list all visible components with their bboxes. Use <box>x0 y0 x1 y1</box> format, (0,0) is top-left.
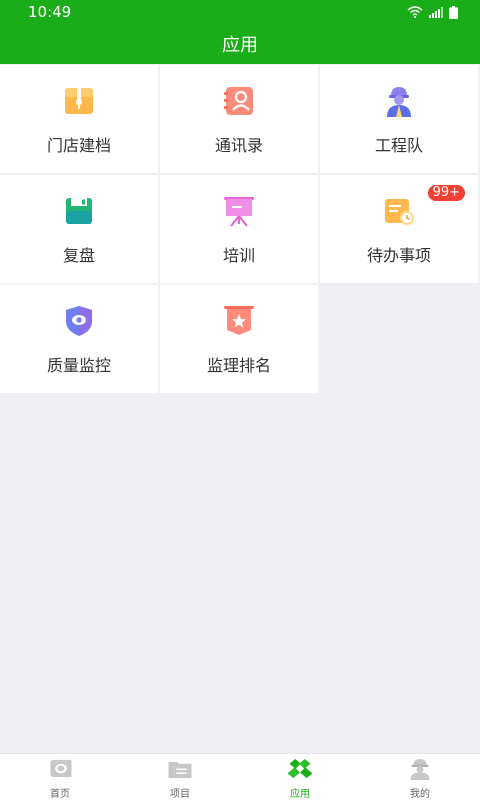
project-folder-icon <box>168 761 192 779</box>
app-item-contacts[interactable]: 通讯录 <box>160 65 318 173</box>
app-label: 复盘 <box>62 246 95 265</box>
app-label: 待办事项 <box>366 246 431 265</box>
app-label: 监理排名 <box>206 356 271 375</box>
app-item-todo[interactable]: 待办事项 99+ <box>320 175 478 283</box>
review-icon <box>66 198 92 224</box>
app-grid: 门店建档 通讯录 工程队 复盘 培训 待办事项 99+ 质量监控 监理排名 <box>0 65 480 393</box>
bottom-tab-bar: 首页 项目 应用 我的 <box>0 753 480 800</box>
status-time: 10:49 <box>28 3 72 21</box>
app-item-review[interactable]: 复盘 <box>0 175 158 283</box>
app-item-store-archive[interactable]: 门店建档 <box>0 65 158 173</box>
worker-profile-icon <box>410 758 430 781</box>
app-item-quality-monitor[interactable]: 质量监控 <box>0 285 158 393</box>
tab-label: 首页 <box>50 789 70 800</box>
supervision-ranking-icon <box>224 306 254 335</box>
signal-icon <box>429 7 443 18</box>
apps-icon <box>287 758 313 779</box>
app-label: 工程队 <box>374 136 423 155</box>
notification-badge: 99+ <box>427 185 465 201</box>
app-label: 门店建档 <box>46 136 111 155</box>
tab-project[interactable]: 项目 <box>120 754 240 800</box>
status-icons <box>407 5 458 19</box>
battery-icon <box>449 5 458 19</box>
tab-label: 项目 <box>170 789 190 800</box>
store-archive-icon <box>65 88 93 114</box>
page-title: 应用 <box>222 35 258 56</box>
training-icon <box>224 197 254 227</box>
app-label: 通讯录 <box>214 136 263 155</box>
app-label: 质量监控 <box>46 356 111 375</box>
app-label: 培训 <box>222 246 255 265</box>
app-item-supervision-ranking[interactable]: 监理排名 <box>160 285 318 393</box>
title-bar: 应用 <box>0 24 480 64</box>
app-item-engineering-team[interactable]: 工程队 <box>320 65 478 173</box>
app-header: 10:49 应用 <box>0 0 480 64</box>
contacts-icon <box>224 87 253 115</box>
home-icon <box>50 759 72 778</box>
tab-label: 我的 <box>410 789 430 800</box>
tab-label: 应用 <box>290 789 310 800</box>
status-bar: 10:49 <box>0 0 480 24</box>
engineering-team-icon <box>387 87 411 117</box>
tab-apps[interactable]: 应用 <box>240 754 360 800</box>
wifi-icon <box>407 6 423 18</box>
todo-icon <box>385 199 414 225</box>
tab-home[interactable]: 首页 <box>0 754 120 800</box>
tab-mine[interactable]: 我的 <box>360 754 480 800</box>
quality-monitor-icon <box>66 306 92 336</box>
app-item-training[interactable]: 培训 <box>160 175 318 283</box>
